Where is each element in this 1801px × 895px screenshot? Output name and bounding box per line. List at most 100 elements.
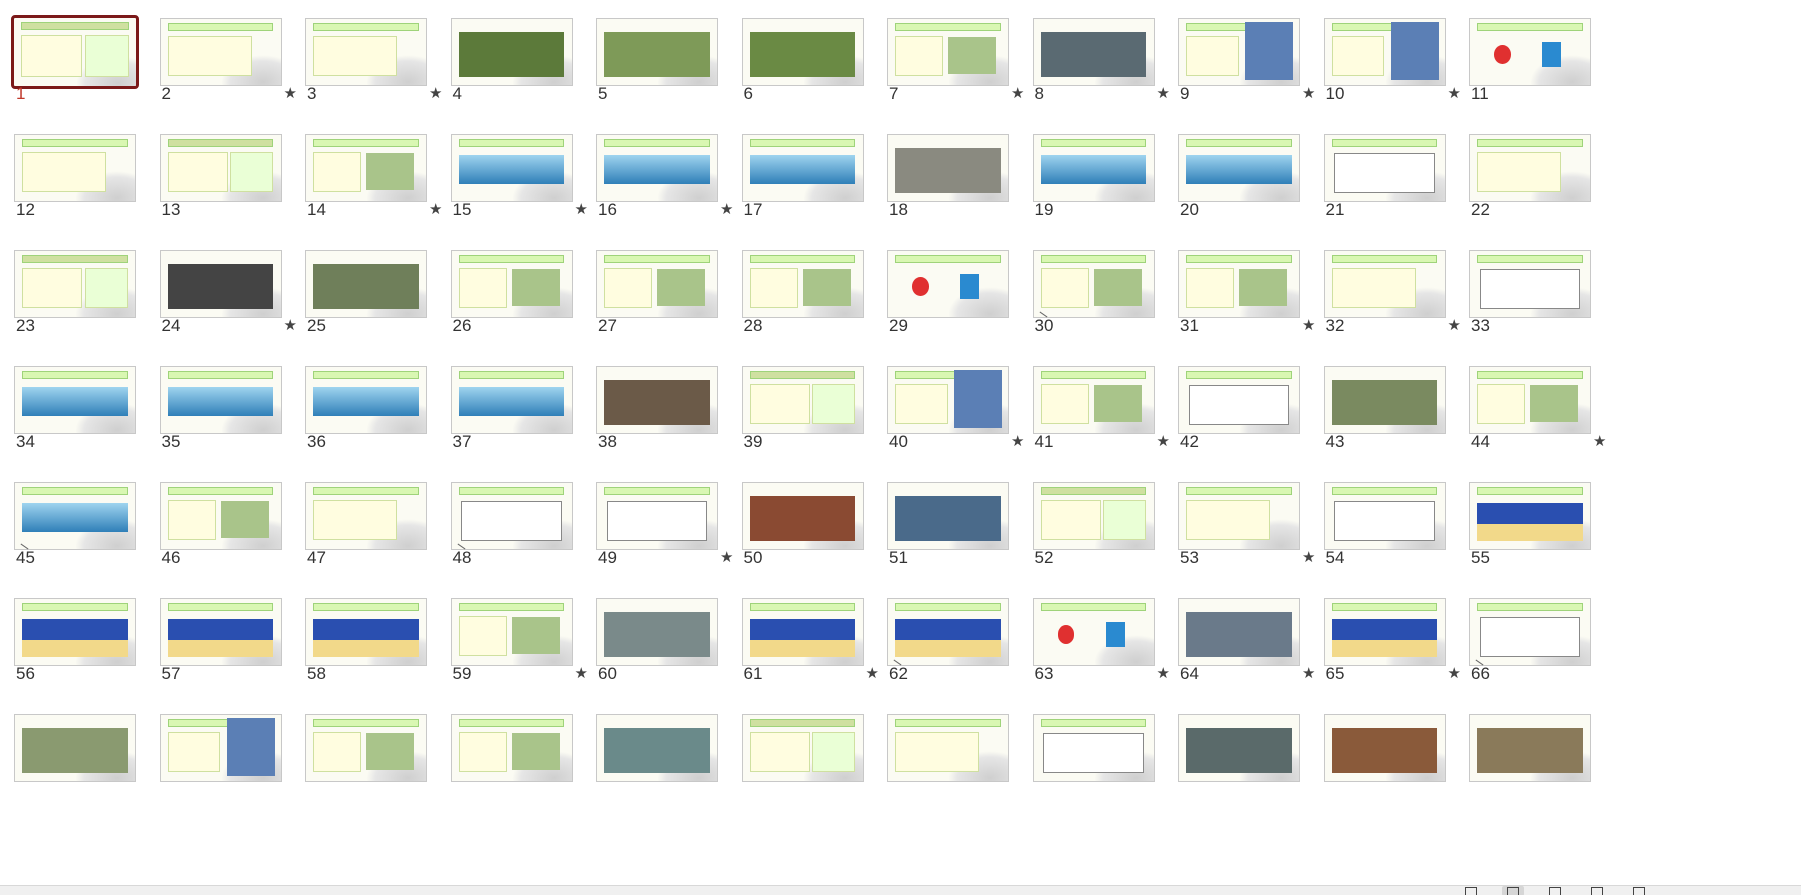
slide-cell[interactable]: 29	[873, 232, 1033, 362]
slide-cell[interactable]: 23	[0, 232, 160, 362]
slide-thumbnail[interactable]	[887, 714, 1009, 782]
slide-cell[interactable]: 66	[1455, 580, 1615, 710]
slide-cell[interactable]: 11	[1455, 0, 1615, 130]
slide-cell[interactable]	[1019, 696, 1179, 826]
slide-cell[interactable]: 13	[146, 116, 306, 246]
slide-thumbnail[interactable]	[159, 134, 282, 202]
slide-cell[interactable]: 43	[1310, 348, 1470, 478]
slide-thumbnail[interactable]	[450, 18, 573, 86]
slide-cell[interactable]: 3 ★	[291, 0, 451, 130]
slide-thumbnail[interactable]	[887, 366, 1009, 434]
slide-cell[interactable]: 64 ★	[1164, 580, 1324, 710]
slide-thumbnail[interactable]	[1178, 714, 1300, 782]
slide-cell[interactable]: 1	[0, 0, 160, 130]
slide-cell[interactable]: 10 ★	[1310, 0, 1470, 130]
slide-thumbnail[interactable]	[11, 15, 139, 89]
slide-thumbnail[interactable]	[1323, 482, 1446, 550]
slide-cell[interactable]: 48	[437, 464, 597, 594]
slide-cell[interactable]: 56	[0, 580, 160, 710]
slide-thumbnail[interactable]	[596, 714, 718, 782]
slide-thumbnail[interactable]	[1178, 482, 1300, 550]
slide-cell[interactable]: 14 ★	[291, 116, 451, 246]
slide-thumbnail[interactable]	[741, 598, 864, 666]
slide-thumbnail[interactable]	[1323, 250, 1446, 318]
slide-cell[interactable]: 52	[1019, 464, 1179, 594]
slide-cell[interactable]	[291, 696, 451, 826]
slide-thumbnail[interactable]	[159, 250, 282, 318]
slide-thumbnail[interactable]	[450, 250, 573, 318]
slide-thumbnail[interactable]	[1469, 134, 1591, 202]
slide-cell[interactable]: 16 ★	[582, 116, 742, 246]
slide-cell[interactable]	[437, 696, 597, 826]
slide-thumbnail[interactable]	[741, 250, 864, 318]
slide-thumbnail[interactable]	[1032, 598, 1155, 666]
slide-thumbnail[interactable]	[1469, 366, 1591, 434]
slide-thumbnail[interactable]	[1032, 134, 1155, 202]
slide-cell[interactable]: 40 ★	[873, 348, 1033, 478]
zoom-icon[interactable]	[1628, 886, 1650, 895]
normal-view-icon[interactable]	[1460, 886, 1482, 895]
slide-thumbnail[interactable]	[1032, 482, 1155, 550]
slide-cell[interactable]: 51	[873, 464, 1033, 594]
slide-thumbnail[interactable]	[305, 714, 427, 782]
slide-cell[interactable]: 2 ★	[146, 0, 306, 130]
slide-thumbnail[interactable]	[1032, 250, 1155, 318]
slide-cell[interactable]: 44 ★	[1455, 348, 1615, 478]
slide-thumbnail[interactable]	[159, 482, 282, 550]
slide-thumbnail[interactable]	[1469, 250, 1591, 318]
slide-thumbnail[interactable]	[159, 366, 282, 434]
slide-cell[interactable]	[1164, 696, 1324, 826]
slide-thumbnail[interactable]	[596, 482, 718, 550]
slide-cell[interactable]: 41 ★	[1019, 348, 1179, 478]
slide-cell[interactable]: 53 ★	[1164, 464, 1324, 594]
slide-thumbnail[interactable]	[450, 366, 573, 434]
slide-cell[interactable]: 31 ★	[1164, 232, 1324, 362]
slide-thumbnail[interactable]	[1178, 134, 1300, 202]
slide-cell[interactable]: 20	[1164, 116, 1324, 246]
slide-cell[interactable]: 9 ★	[1164, 0, 1324, 130]
slide-cell[interactable]: 39	[728, 348, 888, 478]
slide-cell[interactable]: 17	[728, 116, 888, 246]
slide-thumbnail[interactable]	[887, 482, 1009, 550]
slide-thumbnail[interactable]	[14, 250, 136, 318]
slide-thumbnail[interactable]	[1323, 366, 1446, 434]
slide-thumbnail[interactable]	[1469, 714, 1591, 782]
slide-thumbnail[interactable]	[1178, 250, 1300, 318]
slide-cell[interactable]: 22	[1455, 116, 1615, 246]
slide-thumbnail[interactable]	[887, 134, 1009, 202]
slide-cell[interactable]: 65 ★	[1310, 580, 1470, 710]
slide-thumbnail[interactable]	[14, 366, 136, 434]
slide-thumbnail[interactable]	[14, 134, 136, 202]
slide-thumbnail[interactable]	[305, 18, 427, 86]
slide-cell[interactable]: 58	[291, 580, 451, 710]
slide-cell[interactable]	[873, 696, 1033, 826]
slide-cell[interactable]: 34	[0, 348, 160, 478]
slide-cell[interactable]: 46	[146, 464, 306, 594]
slide-thumbnail[interactable]	[887, 598, 1009, 666]
slide-thumbnail[interactable]	[305, 598, 427, 666]
slide-cell[interactable]: 21	[1310, 116, 1470, 246]
slide-thumbnail[interactable]	[596, 18, 718, 86]
animation-star-icon[interactable]: ★	[1593, 432, 1606, 450]
slide-thumbnail[interactable]	[741, 366, 864, 434]
slide-thumbnail[interactable]	[159, 18, 282, 86]
slide-cell[interactable]: 12	[0, 116, 160, 246]
slide-cell[interactable]	[728, 696, 888, 826]
slide-thumbnail[interactable]	[450, 134, 573, 202]
slide-cell[interactable]: 36	[291, 348, 451, 478]
slide-cell[interactable]: 45	[0, 464, 160, 594]
slide-cell[interactable]: 49 ★	[582, 464, 742, 594]
slide-thumbnail[interactable]	[450, 598, 573, 666]
slide-thumbnail[interactable]	[14, 714, 136, 782]
slide-cell[interactable]: 38	[582, 348, 742, 478]
slide-thumbnail[interactable]	[1469, 482, 1591, 550]
slide-cell[interactable]	[582, 696, 742, 826]
presenter-view-icon[interactable]	[1586, 886, 1608, 895]
slide-cell[interactable]: 35	[146, 348, 306, 478]
slide-thumbnail[interactable]	[305, 366, 427, 434]
slide-thumbnail[interactable]	[887, 250, 1009, 318]
slide-thumbnail[interactable]	[1032, 714, 1155, 782]
slide-thumbnail[interactable]	[596, 250, 718, 318]
slide-thumbnail[interactable]	[741, 134, 864, 202]
slide-thumbnail[interactable]	[305, 482, 427, 550]
